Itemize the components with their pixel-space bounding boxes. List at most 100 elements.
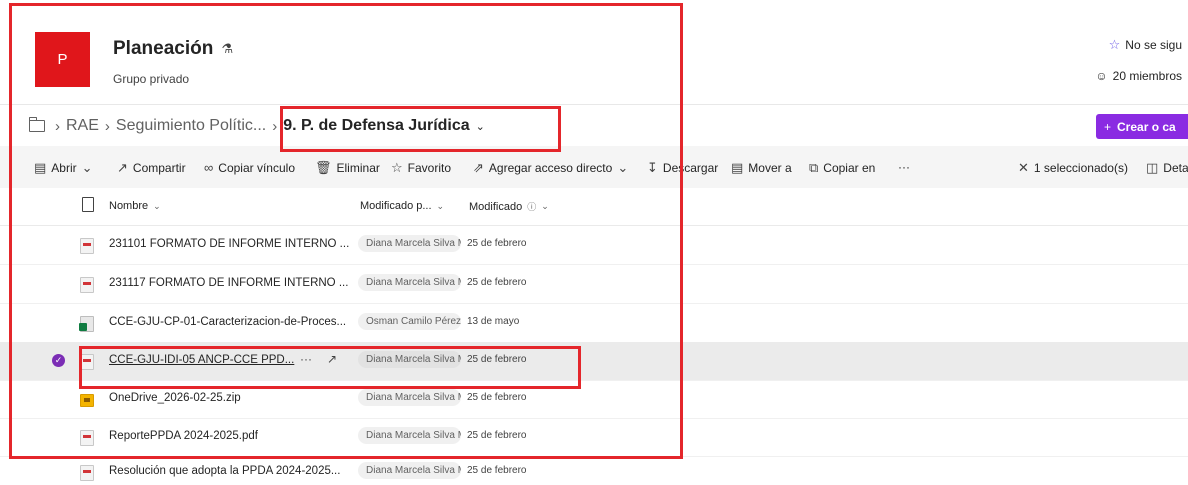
file-name[interactable]: CCE-GJU-CP-01-Caracterizacion-de-Proces.…: [109, 316, 346, 328]
selected-check-icon[interactable]: ✓: [52, 354, 65, 367]
site-title[interactable]: Planeación ⚗: [113, 38, 233, 60]
open-button[interactable]: ▤ Abrir ⌄: [34, 160, 93, 176]
file-name[interactable]: Resolución que adopta la PPDA 2024-2025.…: [109, 465, 340, 477]
modified-date: 25 de febrero: [467, 277, 527, 288]
more-options-icon[interactable]: ···: [300, 352, 312, 366]
create-button-label: Crear o ca: [1117, 119, 1176, 134]
table-row[interactable]: OneDrive_2026-02-25.zip Diana Marcela Si…: [0, 380, 1188, 419]
download-button[interactable]: ↧ Descargar: [647, 160, 718, 176]
modified-date: 25 de febrero: [467, 354, 527, 365]
move-icon: ▤: [731, 160, 744, 175]
folder-icon[interactable]: [28, 117, 45, 132]
move-to-button[interactable]: ▤ Mover a: [731, 160, 792, 176]
column-header-modified[interactable]: Modificado ⓘ ⌄: [469, 200, 549, 213]
column-header-modified-by[interactable]: Modificado p... ⌄: [360, 200, 444, 212]
follow-button[interactable]: ☆ No se sigu: [1109, 37, 1182, 53]
move-to-label: Mover a: [748, 161, 792, 175]
copy-link-label: Copiar vínculo: [218, 160, 295, 175]
share-icon[interactable]: ↗: [327, 352, 337, 366]
breadcrumb-current[interactable]: 9. P. de Defensa Jurídica: [283, 117, 469, 135]
column-name-label: Nombre: [109, 200, 149, 212]
site-logo-letter: P: [57, 51, 68, 68]
modified-by-persona[interactable]: Diana Marcela Silva M: [358, 462, 461, 479]
link-icon: ∞: [204, 160, 214, 175]
members-label: 20 miembros: [1112, 69, 1182, 83]
table-row[interactable]: 231101 FORMATO DE INFORME INTERNO ... Di…: [0, 226, 1188, 265]
copy-icon: ⧉: [809, 160, 819, 175]
file-name[interactable]: 231101 FORMATO DE INFORME INTERNO ...: [109, 238, 349, 250]
copy-to-label: Copiar en: [823, 161, 876, 175]
close-icon: ✕: [1018, 160, 1029, 175]
more-label: ···: [898, 160, 910, 174]
modified-date: 25 de febrero: [467, 238, 527, 249]
header-divider: [0, 104, 1188, 105]
site-logo[interactable]: P: [35, 32, 90, 87]
file-type-header-icon[interactable]: [82, 197, 94, 212]
pdf-file-icon: [80, 354, 94, 370]
details-label: Deta: [1163, 161, 1188, 175]
add-shortcut-label: Agregar acceso directo: [488, 161, 613, 175]
details-icon: ◫: [1146, 160, 1159, 175]
table-row[interactable]: ReportePPDA 2024-2025.pdf Diana Marcela …: [0, 418, 1188, 457]
modified-date: 13 de mayo: [467, 316, 520, 327]
clear-selection-button[interactable]: ✕ 1 seleccionado(s): [1018, 160, 1128, 176]
follow-label: No se sigu: [1125, 38, 1182, 52]
pdf-file-icon: [80, 238, 94, 254]
delete-button[interactable]: 🗑︎ Eliminar: [315, 160, 380, 176]
site-subtitle: Grupo privado: [113, 72, 190, 86]
table-row[interactable]: CCE-GJU-CP-01-Caracterizacion-de-Proces.…: [0, 304, 1188, 343]
chevron-right-icon: ›: [104, 117, 110, 135]
copy-to-button[interactable]: ⧉ Copiar en: [809, 160, 875, 176]
chevron-down-icon: ⌄: [153, 200, 161, 211]
modified-by-persona[interactable]: Diana Marcela Silva M: [358, 389, 461, 406]
chevron-down-icon[interactable]: ⌄: [476, 120, 485, 133]
modified-by-persona[interactable]: Diana Marcela Silva M: [358, 351, 461, 368]
file-name[interactable]: 231117 FORMATO DE INFORME INTERNO ...: [109, 277, 348, 289]
members-button[interactable]: ☺ 20 miembros: [1095, 69, 1182, 83]
chevron-down-icon: ⌄: [617, 160, 629, 175]
info-icon: ⓘ: [527, 202, 537, 212]
file-name[interactable]: CCE-GJU-IDI-05 ANCP-CCE PPD...: [109, 354, 294, 366]
file-name[interactable]: ReportePPDA 2024-2025.pdf: [109, 430, 258, 442]
plus-icon: +: [1104, 119, 1112, 134]
more-button[interactable]: ···: [898, 160, 910, 174]
table-row[interactable]: Resolución que adopta la PPDA 2024-2025.…: [0, 456, 1188, 485]
create-button[interactable]: + Crear o ca: [1096, 114, 1188, 139]
copy-link-button[interactable]: ∞ Copiar vínculo: [204, 160, 295, 175]
open-icon: ▤: [34, 160, 47, 175]
modified-by-persona[interactable]: Diana Marcela Silva M: [358, 274, 461, 291]
add-shortcut-button[interactable]: ⇗ Agregar acceso directo ⌄: [473, 160, 628, 176]
pdf-file-icon: [80, 430, 94, 446]
column-modified-by-label: Modificado p...: [360, 200, 432, 212]
chevron-right-icon: ›: [272, 117, 278, 135]
shortcut-icon: ⇗: [473, 160, 484, 175]
person-icon: ☺: [1095, 69, 1108, 83]
breadcrumb-item-rae[interactable]: RAE: [66, 117, 99, 135]
favorite-button[interactable]: ☆ Favorito: [391, 160, 451, 176]
table-row-selected[interactable]: ✓ CCE-GJU-IDI-05 ANCP-CCE PPD... ··· ↗ D…: [0, 342, 1188, 381]
favorite-label: Favorito: [407, 161, 452, 175]
modified-by-persona[interactable]: Osman Camilo Pérez S: [358, 313, 461, 330]
breadcrumb: › RAE › Seguimiento Polític... › 9. P. d…: [28, 114, 485, 138]
share-icon: ↗: [117, 160, 128, 175]
share-label: Compartir: [132, 161, 186, 175]
modified-by-persona[interactable]: Diana Marcela Silva M: [358, 427, 461, 444]
modified-date: 25 de febrero: [467, 392, 527, 403]
site-title-text: Planeación: [113, 38, 214, 59]
modified-by-persona[interactable]: Diana Marcela Silva M: [358, 235, 461, 252]
star-icon: ☆: [1108, 37, 1121, 52]
table-row[interactable]: 231117 FORMATO DE INFORME INTERNO ... Di…: [0, 265, 1188, 304]
breadcrumb-item-seguimiento[interactable]: Seguimiento Polític...: [116, 117, 266, 135]
delete-label: Eliminar: [336, 161, 380, 175]
star-icon: ☆: [391, 160, 403, 175]
teams-icon: ⚗: [221, 41, 233, 56]
file-name[interactable]: OneDrive_2026-02-25.zip: [109, 392, 241, 404]
column-header-name[interactable]: Nombre ⌄: [109, 200, 161, 212]
trash-icon: 🗑︎: [315, 160, 332, 175]
excel-file-icon: [79, 316, 94, 332]
modified-date: 25 de febrero: [467, 430, 527, 441]
share-button[interactable]: ↗ Compartir: [117, 160, 186, 176]
details-button[interactable]: ◫ Deta: [1146, 160, 1188, 176]
column-modified-label: Modificado: [469, 200, 523, 213]
open-label: Abrir: [51, 161, 77, 175]
